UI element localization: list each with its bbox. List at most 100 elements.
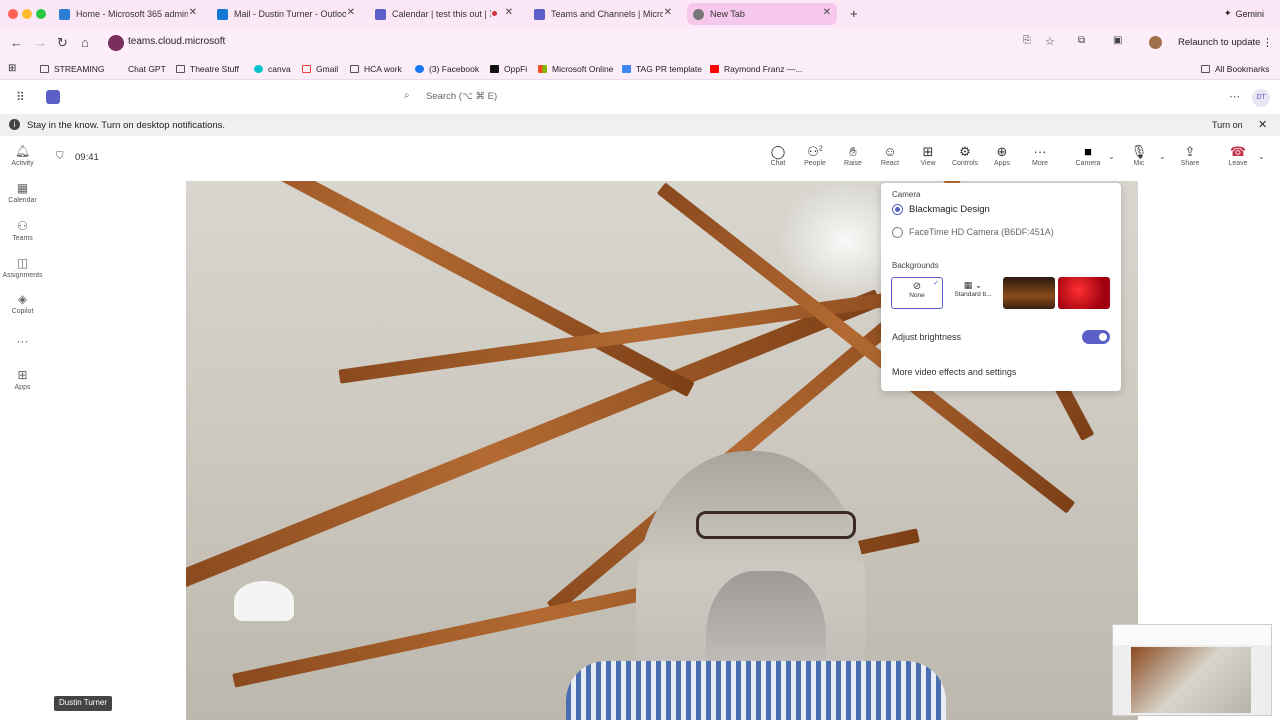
camera-icon: ■: [1084, 144, 1092, 159]
search-box[interactable]: ⌕ Search (⌥ ⌘ E): [392, 86, 892, 108]
participant-glasses: [696, 511, 856, 539]
meeting-toolbar: ⛉ 09:41 ◯ Chat ⚇2 People ✋︎ Raise ☺ React ⊞ V…: [45, 136, 1280, 180]
facebook-icon: [415, 65, 424, 73]
bookmark-item[interactable]: STREAMING: [40, 64, 105, 74]
avatar[interactable]: DT: [1252, 89, 1270, 107]
search-input[interactable]: Search (⌥ ⌘ E): [426, 91, 497, 102]
close-window-button[interactable]: [8, 9, 18, 19]
more-video-effects-link[interactable]: More video effects and settings: [892, 367, 1016, 377]
install-app-icon[interactable]: ⎘: [1023, 35, 1031, 46]
bookmark-item[interactable]: (3) Facebook: [415, 64, 479, 74]
bookmark-item[interactable]: Raymond Franz —...: [710, 64, 802, 74]
microsoft-icon: [538, 65, 547, 73]
view-button[interactable]: ⊞ View: [910, 144, 946, 167]
bookmark-item[interactable]: canva: [254, 64, 291, 74]
calendar-icon: ▦: [16, 181, 29, 195]
background-none-tile[interactable]: ⊘ None ✓: [891, 277, 943, 309]
bookmark-item[interactable]: Gmail: [302, 64, 338, 74]
relaunch-button[interactable]: Relaunch to update: [1178, 37, 1260, 48]
camera-radio[interactable]: [892, 227, 903, 238]
close-tab-icon[interactable]: ✕: [189, 7, 197, 18]
close-icon[interactable]: ✕: [1258, 118, 1267, 131]
camera-options-chevron-icon[interactable]: ⌄: [1108, 152, 1115, 161]
close-tab-icon[interactable]: ✕: [664, 7, 672, 18]
browser-tab[interactable]: Calendar | test this out | M ✕: [369, 3, 519, 25]
react-icon: ☺: [883, 144, 897, 159]
camera-button[interactable]: ■ Camera: [1070, 144, 1106, 167]
rail-item-apps[interactable]: ⊞ Apps: [0, 368, 45, 391]
info-icon: i: [9, 119, 20, 130]
controls-button[interactable]: ⚙ Controls: [947, 144, 983, 167]
oppfi-icon: [490, 65, 499, 73]
profile-avatar[interactable]: [1149, 36, 1162, 49]
bookmark-item[interactable]: TAG PR template: [622, 64, 702, 74]
adjust-brightness-toggle[interactable]: [1082, 330, 1110, 344]
extensions-icon[interactable]: ⧉: [1078, 35, 1085, 46]
chat-icon: ◯: [770, 144, 786, 159]
rail-item-calendar[interactable]: ▦ Calendar: [0, 181, 45, 204]
browser-tab[interactable]: Mail - Dustin Turner - Outlook ✕: [211, 3, 361, 25]
close-tab-icon[interactable]: ✕: [347, 7, 355, 18]
more-button[interactable]: ··· More: [1022, 144, 1058, 167]
maximize-window-button[interactable]: [36, 9, 46, 19]
all-bookmarks-button[interactable]: All Bookmarks: [1201, 64, 1269, 74]
rail-item-assignments[interactable]: ◫ Assignments: [0, 256, 45, 279]
url-text[interactable]: teams.cloud.microsoft: [128, 36, 225, 47]
people-icon: ⚇2: [807, 144, 823, 159]
bookmark-item[interactable]: HCA work: [350, 64, 402, 74]
gemini-button[interactable]: ✦ Gemini: [1224, 8, 1264, 19]
mic-button[interactable]: 🎙︎ Mic: [1121, 144, 1157, 167]
rail-item-copilot[interactable]: ◈ Copilot: [0, 292, 45, 315]
assignments-icon: ◫: [16, 256, 29, 270]
site-info-icon[interactable]: [108, 35, 124, 51]
rail-item-more[interactable]: ···: [0, 334, 45, 350]
copilot-icon: ◈: [17, 292, 28, 306]
new-tab-button[interactable]: +: [850, 6, 858, 21]
reload-icon[interactable]: ↻: [57, 35, 68, 51]
camera-option[interactable]: Blackmagic Design: [909, 204, 990, 215]
bookmark-item[interactable]: OppFi: [490, 64, 527, 74]
standard-backgrounds-icon: ▦ ⌄: [963, 280, 983, 290]
bookmark-item[interactable]: Theatre Stuff: [176, 64, 239, 74]
self-view-thumbnail[interactable]: [1112, 624, 1272, 716]
rail-item-teams[interactable]: ⚇ Teams: [0, 219, 45, 242]
side-panel-icon[interactable]: ▣: [1113, 35, 1122, 46]
forward-icon[interactable]: →: [34, 35, 47, 50]
background-bokeh-tile[interactable]: [1003, 277, 1055, 309]
more-options-icon[interactable]: ⋯: [1229, 90, 1240, 103]
admin-icon: [59, 8, 70, 20]
background-standard-tile[interactable]: ▦ ⌄ Standard b...: [947, 277, 999, 309]
leave-options-chevron-icon[interactable]: ⌄: [1258, 152, 1265, 161]
bookmark-item[interactable]: Chat GPT: [128, 64, 166, 74]
browser-tab-active[interactable]: New Tab ✕: [687, 3, 837, 25]
home-icon[interactable]: ⌂: [81, 35, 89, 50]
people-button[interactable]: ⚇2 People: [797, 144, 833, 167]
minimize-window-button[interactable]: [22, 9, 32, 19]
react-button[interactable]: ☺ React: [872, 144, 908, 167]
back-icon[interactable]: ←: [10, 35, 23, 50]
browser-tab[interactable]: Home - Microsoft 365 admin ✕: [53, 3, 203, 25]
turn-on-button[interactable]: Turn on: [1212, 120, 1243, 130]
omnibox[interactable]: teams.cloud.microsoft: [104, 32, 1124, 54]
bookmark-star-icon[interactable]: ☆: [1045, 35, 1055, 48]
folder-icon: [1201, 65, 1210, 73]
app-launcher-icon[interactable]: ⠿: [16, 90, 25, 104]
camera-radio-selected[interactable]: [892, 204, 903, 215]
mic-options-chevron-icon[interactable]: ⌄: [1159, 152, 1166, 161]
camera-option[interactable]: FaceTime HD Camera (B6DF:451A): [909, 227, 1054, 237]
chrome-menu-icon[interactable]: ⋮: [1262, 36, 1273, 49]
share-button[interactable]: ⇪ Share: [1172, 144, 1208, 167]
apps-grid-icon[interactable]: ⊞: [8, 63, 16, 74]
chat-button[interactable]: ◯ Chat: [760, 144, 796, 167]
apps-button[interactable]: ⊕ Apps: [984, 144, 1020, 167]
raise-hand-button[interactable]: ✋︎ Raise: [835, 144, 871, 167]
close-tab-icon[interactable]: ✕: [823, 7, 831, 18]
close-tab-icon[interactable]: ✕: [505, 7, 513, 18]
address-bar-row: ← → ↻ ⌂ teams.cloud.microsoft ⎘ ☆ ⧉ ▣ Re…: [0, 28, 1280, 58]
background-red-tile[interactable]: [1058, 277, 1110, 309]
bookmark-item[interactable]: Microsoft Online: [538, 64, 613, 74]
browser-tab[interactable]: Teams and Channels | Micros ✕: [528, 3, 678, 25]
checkmark-icon: ✓: [933, 280, 939, 287]
rail-item-activity[interactable]: 🔔︎ Activity: [0, 144, 45, 167]
leave-button[interactable]: ☎︎ Leave: [1220, 144, 1256, 167]
